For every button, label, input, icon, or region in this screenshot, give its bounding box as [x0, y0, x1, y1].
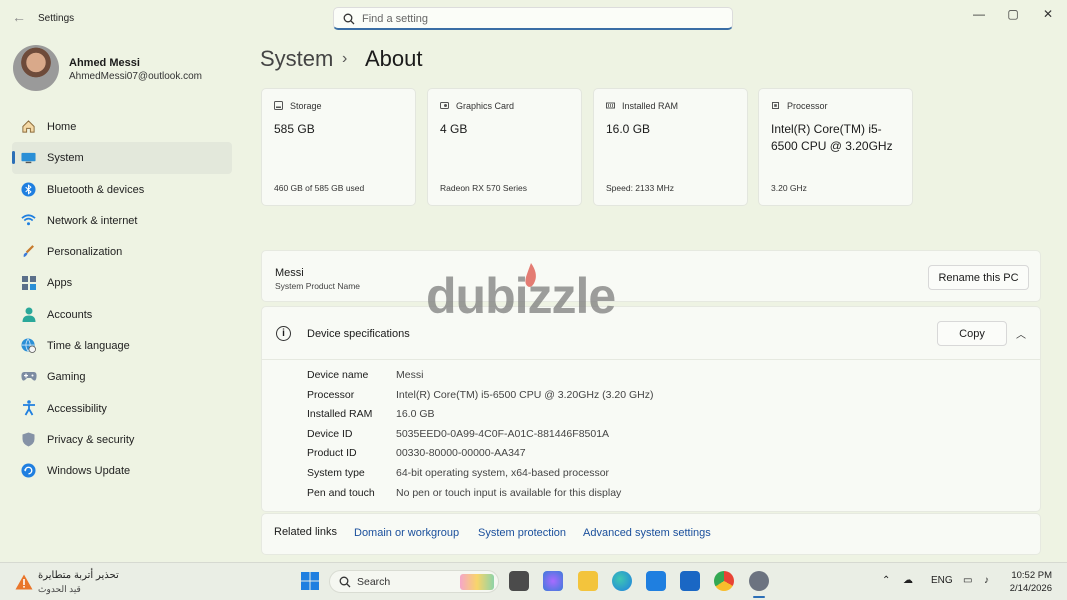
file-explorer-icon[interactable] — [578, 571, 598, 591]
volume-icon[interactable]: ♪ — [984, 575, 989, 586]
copy-button[interactable]: Copy — [937, 321, 1007, 346]
apps-icon — [20, 274, 37, 291]
settings-gear-icon[interactable] — [749, 571, 769, 591]
shield-icon — [20, 431, 37, 448]
device-specifications-panel: i Device specifications Copy ︿ Device na… — [261, 306, 1041, 512]
flame-icon — [525, 263, 536, 287]
related-links-label: Related links — [274, 526, 337, 538]
copilot-icon[interactable] — [543, 571, 563, 591]
sidebar-item-time-language[interactable]: Time & language — [12, 330, 232, 361]
pc-name-panel: Messi System Product Name Rename this PC — [261, 250, 1041, 302]
breadcrumb-system[interactable]: System — [260, 46, 333, 72]
pc-product-name: System Product Name — [275, 281, 361, 291]
accessibility-icon — [20, 400, 37, 417]
cloud-icon[interactable]: ☁ — [903, 575, 913, 586]
advanced-system-settings-link[interactable]: Advanced system settings — [583, 527, 711, 539]
edge-icon[interactable] — [612, 571, 632, 591]
bluetooth-icon — [20, 181, 37, 198]
info-icon: i — [276, 326, 291, 341]
update-icon — [20, 462, 37, 479]
search-input[interactable] — [362, 11, 722, 26]
start-icon[interactable] — [300, 571, 320, 591]
breadcrumb-separator: › — [342, 50, 348, 67]
wifi-icon — [20, 212, 37, 229]
graphics-card-icon — [440, 102, 449, 109]
profile-name: Ahmed Messi — [69, 57, 140, 69]
sidebar-item-privacy-security[interactable]: Privacy & security — [12, 424, 232, 455]
chrome-icon[interactable] — [714, 571, 734, 591]
storage-icon — [274, 101, 283, 110]
back-arrow-icon[interactable]: ← — [12, 10, 26, 24]
search-icon — [339, 576, 351, 588]
warning-icon — [15, 574, 33, 590]
sidebar-item-gaming[interactable]: Gaming — [12, 361, 232, 392]
sidebar-item-home[interactable]: Home — [12, 111, 232, 142]
close-icon[interactable]: ✕ — [1040, 6, 1056, 22]
search-icon — [343, 13, 355, 25]
profile-email: AhmedMessi07@outlook.com — [69, 71, 202, 82]
language-indicator[interactable]: ENG — [931, 575, 953, 586]
minimize-icon[interactable]: — — [971, 6, 987, 22]
taskbar-time[interactable]: 10:52 PM — [1000, 570, 1052, 581]
related-links-panel: Related links Domain or workgroup System… — [261, 513, 1041, 555]
home-icon — [20, 118, 37, 135]
store-icon[interactable] — [646, 571, 666, 591]
sidebar-item-accounts[interactable]: Accounts — [12, 299, 232, 330]
rename-pc-button[interactable]: Rename this PC — [928, 265, 1029, 290]
dubizzle-watermark: dubizzle — [426, 263, 642, 337]
avatar — [13, 45, 59, 91]
task-view-icon[interactable] — [509, 571, 529, 591]
processor-icon — [772, 102, 779, 109]
search-highlight-icon — [460, 574, 494, 590]
sidebar-item-personalization[interactable]: Personalization — [12, 236, 232, 267]
taskbar: تحذير أتربة متطايرة قيد الحدوث Search ⌃ … — [0, 562, 1067, 600]
app-title: Settings — [38, 13, 75, 24]
globe-clock-icon — [20, 337, 37, 354]
storage-card[interactable]: Storage 585 GB 460 GB of 585 GB used — [261, 88, 416, 206]
chevron-up-tray-icon[interactable]: ⌃ — [882, 575, 890, 586]
domain-workgroup-link[interactable]: Domain or workgroup — [354, 527, 459, 539]
sidebar-item-accessibility[interactable]: Accessibility — [12, 393, 232, 424]
taskbar-search[interactable]: Search — [329, 570, 499, 593]
pc-name: Messi — [275, 267, 304, 279]
device-specifications-title: Device specifications — [307, 328, 410, 340]
ram-icon — [606, 102, 615, 109]
weather-alert-title[interactable]: تحذير أتربة متطايرة — [38, 570, 119, 581]
brush-icon — [20, 243, 37, 260]
page-title: About — [365, 46, 423, 71]
graphics-card-card[interactable]: Graphics Card 4 GB Radeon RX 570 Series — [427, 88, 582, 206]
system-protection-link[interactable]: System protection — [478, 527, 566, 539]
person-icon — [20, 306, 37, 323]
processor-card[interactable]: Processor Intel(R) Core(TM) i5-6500 CPU … — [758, 88, 913, 206]
outlook-icon[interactable] — [680, 571, 700, 591]
sidebar-item-windows-update[interactable]: Windows Update — [12, 455, 232, 486]
sidebar: Home System Bluetooth & devices Network … — [12, 111, 232, 487]
installed-ram-card[interactable]: Installed RAM 16.0 GB Speed: 2133 MHz — [593, 88, 748, 206]
sidebar-item-bluetooth-devices[interactable]: Bluetooth & devices — [12, 174, 232, 205]
sidebar-item-system[interactable]: System — [12, 142, 232, 174]
taskbar-date[interactable]: 2/14/2026 — [1000, 583, 1052, 594]
maximize-icon[interactable]: ▢ — [1005, 6, 1021, 22]
weather-alert-sub: قيد الحدوث — [38, 584, 81, 594]
search-box[interactable] — [333, 7, 733, 30]
gamepad-icon — [20, 368, 37, 385]
active-app-indicator — [753, 596, 765, 598]
sidebar-item-network[interactable]: Network & internet — [12, 205, 232, 236]
divider — [262, 359, 1040, 360]
system-icon — [20, 149, 37, 166]
sidebar-item-apps[interactable]: Apps — [12, 267, 232, 298]
monitor-icon[interactable]: ▭ — [963, 575, 972, 586]
chevron-up-icon[interactable]: ︿ — [1016, 326, 1026, 341]
